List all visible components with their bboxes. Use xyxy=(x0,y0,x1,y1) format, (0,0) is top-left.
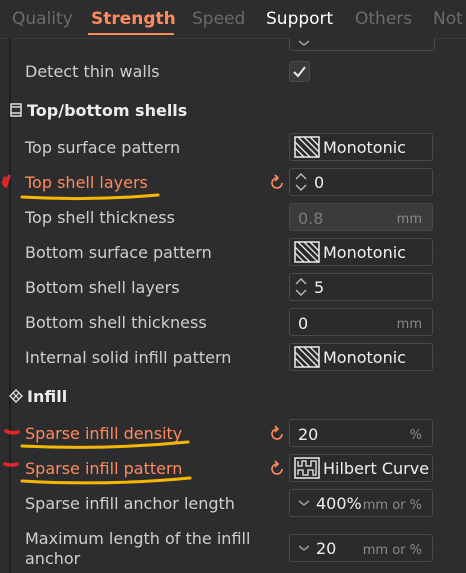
annotation-mark xyxy=(4,429,20,435)
top-surface-pattern-label: Top surface pattern xyxy=(25,138,181,157)
bottom-surface-pattern-select[interactable]: Monotonic xyxy=(289,238,433,266)
sparse-infill-anchor-length-label: Sparse infill anchor length xyxy=(25,494,235,513)
spin-arrows-icon[interactable] xyxy=(294,172,308,192)
top-shell-layers-value: 0 xyxy=(314,173,325,192)
sparse-infill-anchor-length-combo[interactable]: 400% mm or % xyxy=(289,489,433,517)
partially-visible-field[interactable] xyxy=(289,38,435,51)
chevron-down-icon xyxy=(298,40,310,46)
tab-quality[interactable]: Quality xyxy=(12,9,73,29)
unit-label: mm xyxy=(396,317,422,332)
detect-thin-walls-checkbox[interactable] xyxy=(289,61,310,82)
annotation-underline xyxy=(20,193,160,201)
unit-label: mm or % xyxy=(362,543,422,558)
bottom-shell-layers-value: 5 xyxy=(314,278,325,297)
hilbert-curve-pattern-icon xyxy=(294,457,320,479)
sparse-infill-density-field[interactable]: 20 % xyxy=(289,419,433,447)
sparse-infill-density-value: 20 xyxy=(298,425,319,444)
unit-label: mm xyxy=(396,212,422,227)
reset-icon[interactable] xyxy=(268,460,286,478)
section-title: Top/bottom shells xyxy=(27,101,188,120)
section-title: Infill xyxy=(27,387,68,406)
chevron-down-icon[interactable] xyxy=(298,498,310,508)
top-surface-pattern-value: Monotonic xyxy=(323,138,406,157)
settings-tab-bar: Quality Strength Speed Support Others No… xyxy=(0,0,466,38)
reset-icon[interactable] xyxy=(268,174,286,192)
chevron-down-icon[interactable] xyxy=(298,543,310,553)
detect-thin-walls-label: Detect thin walls xyxy=(25,62,160,81)
monotonic-pattern-icon xyxy=(294,241,320,263)
bottom-shell-layers-label: Bottom shell layers xyxy=(25,278,180,297)
unit-label: mm or % xyxy=(362,498,422,513)
tab-others[interactable]: Others xyxy=(355,9,412,29)
max-infill-anchor-length-combo[interactable]: 20 mm or % xyxy=(289,534,433,562)
top-shell-thickness-value: 0.8 xyxy=(298,209,324,228)
infill-icon xyxy=(9,389,23,406)
annotation-underline xyxy=(20,476,192,485)
unit-label: % xyxy=(409,428,422,443)
bottom-surface-pattern-value: Monotonic xyxy=(323,243,406,262)
max-infill-anchor-length-value: 20 xyxy=(316,539,337,558)
bottom-shell-layers-spinner[interactable]: 5 xyxy=(289,273,433,301)
checkmark-icon xyxy=(293,66,306,78)
sparse-infill-pattern-value: Hilbert Curve xyxy=(323,459,430,478)
bottom-shell-thickness-value: 0 xyxy=(298,314,309,333)
annotation-mark xyxy=(3,462,19,467)
tab-strength[interactable]: Strength xyxy=(91,9,176,29)
tab-support[interactable]: Support xyxy=(266,9,333,29)
tab-speed[interactable]: Speed xyxy=(192,9,245,29)
monotonic-pattern-icon xyxy=(294,136,320,158)
sparse-infill-pattern-label: Sparse infill pattern xyxy=(25,459,183,478)
bottom-shell-thickness-label: Bottom shell thickness xyxy=(25,313,207,332)
top-shell-layers-spinner[interactable]: 0 xyxy=(289,168,433,196)
top-shell-layers-label: Top shell layers xyxy=(25,173,148,192)
spin-arrows-icon[interactable] xyxy=(294,277,308,297)
top-surface-pattern-select[interactable]: Monotonic xyxy=(289,133,433,161)
internal-solid-infill-pattern-value: Monotonic xyxy=(323,348,406,367)
section-top-bottom-shells: Top/bottom shells xyxy=(9,101,187,120)
top-shell-thickness-label: Top shell thickness xyxy=(25,208,175,227)
sparse-infill-density-label: Sparse infill density xyxy=(25,424,183,443)
internal-solid-infill-pattern-label: Internal solid infill pattern xyxy=(25,348,232,367)
internal-solid-infill-pattern-select[interactable]: Monotonic xyxy=(289,343,433,371)
sparse-infill-anchor-length-value: 400% xyxy=(316,494,362,513)
layers-icon xyxy=(9,103,23,120)
max-infill-anchor-length-label: Maximum length of the infill anchor xyxy=(25,529,251,568)
active-tab-indicator xyxy=(88,33,174,35)
monotonic-pattern-icon xyxy=(294,346,320,368)
top-shell-thickness-field: 0.8 mm xyxy=(289,203,433,231)
section-infill: Infill xyxy=(9,387,67,406)
bottom-shell-thickness-field[interactable]: 0 mm xyxy=(289,308,433,336)
reset-icon[interactable] xyxy=(268,425,286,443)
sparse-infill-pattern-select[interactable]: Hilbert Curve xyxy=(289,454,433,482)
tab-notes[interactable]: Not xyxy=(433,9,463,29)
bottom-surface-pattern-label: Bottom surface pattern xyxy=(25,243,212,262)
